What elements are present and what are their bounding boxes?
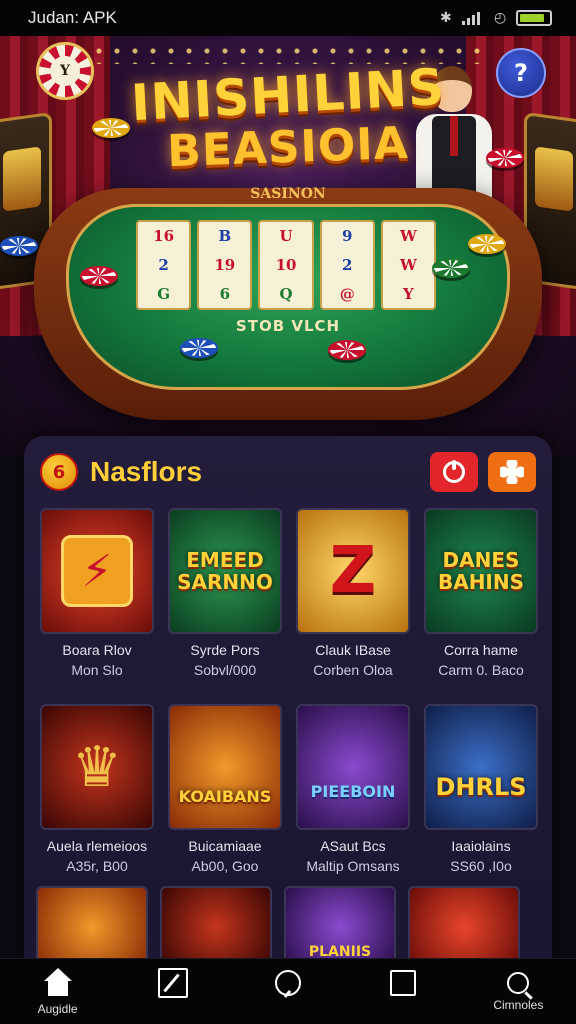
game-card[interactable]: ♛ Auela rlemeioos A35r, B00 bbox=[40, 704, 154, 874]
game-thumbnail[interactable]: KOAIBANS bbox=[168, 704, 282, 830]
header-actions bbox=[430, 452, 536, 492]
game-subtitle: Corben Oloa bbox=[313, 662, 393, 678]
battery-icon bbox=[516, 10, 552, 26]
game-subtitle: Ab00, Goo bbox=[191, 858, 259, 874]
search-icon bbox=[507, 971, 530, 994]
slot-reels: 16 2 G B 19 6 U 10 Q 9 2 @ WWY bbox=[136, 220, 437, 310]
game-thumbnail[interactable]: PIEEBOIN bbox=[296, 704, 410, 830]
game-thumbnail[interactable] bbox=[160, 886, 272, 966]
game-card[interactable]: Z Clauk IBase Corben Oloa bbox=[296, 508, 410, 678]
power-icon bbox=[443, 460, 465, 483]
square-icon bbox=[390, 969, 417, 996]
game-name: Buicamiaae bbox=[188, 838, 262, 854]
game-row-partial: PLANIIS bbox=[36, 886, 540, 966]
status-icons: ✱ ◴ bbox=[440, 10, 552, 26]
golden-helmet-icon: ♛ bbox=[71, 734, 123, 800]
poker-chip-icon bbox=[80, 266, 118, 286]
game-thumbnail[interactable]: EMEED SARNNO bbox=[168, 508, 282, 634]
reel: 16 2 G bbox=[136, 220, 192, 310]
game-card[interactable]: DHRLS Iaaiolains SS60 ,I0o bbox=[424, 704, 538, 874]
game-card[interactable]: KOAIBANS Buicamiaae Ab00, Goo bbox=[168, 704, 282, 874]
game-grid: ⚡ Boara Rlov Mon Slo EMEED SARNNO Syrde … bbox=[40, 508, 538, 874]
game-thumbnail[interactable]: DANES BAHINS bbox=[424, 508, 538, 634]
nav-edit[interactable] bbox=[123, 967, 223, 1016]
table-label-bottom: STOB VLCH bbox=[235, 317, 341, 335]
game-thumbnail[interactable]: PLANIIS bbox=[284, 886, 396, 966]
poker-chip-icon bbox=[432, 258, 470, 278]
nav-search[interactable] bbox=[238, 969, 338, 1014]
game-card[interactable]: ⚡ Boara Rlov Mon Slo bbox=[40, 508, 154, 678]
game-name: Clauk IBase bbox=[315, 642, 391, 658]
poker-chip-icon bbox=[468, 234, 506, 254]
flower-button[interactable] bbox=[488, 452, 536, 492]
section-header: 6 Nasflors bbox=[40, 450, 536, 494]
game-subtitle: Sobvl/000 bbox=[193, 662, 257, 678]
reel: WWY bbox=[380, 220, 437, 310]
game-thumbnail[interactable]: DHRLS bbox=[424, 704, 538, 830]
game-name: Corra hame bbox=[444, 642, 518, 658]
nav-label: Cimnoles bbox=[493, 997, 544, 1012]
section-count-badge: 6 bbox=[40, 453, 78, 491]
table-label-top: SASINON bbox=[250, 186, 326, 202]
poker-chip-icon bbox=[180, 338, 218, 358]
game-name: Iaaiolains bbox=[451, 838, 511, 854]
poker-chip-icon bbox=[328, 340, 366, 360]
hero-banner[interactable]: Y ? SASINON 16 2 G B 19 6 U 10 Q 9 2 @ WWY STOB … bbox=[0, 36, 576, 456]
games-panel: 6 Nasflors ⚡ Boara Rlov Mon Slo EMEED SA… bbox=[24, 436, 552, 996]
game-logo-text: PIEEBOIN bbox=[310, 782, 396, 801]
game-name: ASaut Bcs bbox=[320, 838, 386, 854]
game-subtitle: Maltip Omsans bbox=[306, 858, 400, 874]
game-logo-text: EMEED SARNNO bbox=[177, 548, 273, 594]
flower-icon bbox=[500, 460, 524, 484]
game-subtitle: A35r, B00 bbox=[66, 858, 128, 874]
reel: 9 2 @ bbox=[319, 220, 375, 310]
game-name: Syrde Pors bbox=[190, 642, 260, 658]
status-app-title: Judan: APK bbox=[28, 8, 117, 27]
game-thumbnail[interactable] bbox=[408, 886, 520, 966]
game-thumbnail[interactable]: Z bbox=[296, 508, 410, 634]
home-icon bbox=[43, 967, 73, 998]
game-thumbnail[interactable]: ⚡ bbox=[40, 508, 154, 634]
section-title: Nasflors bbox=[90, 456, 203, 487]
bluetooth-icon: ✱ bbox=[440, 10, 452, 26]
game-logo-text: DHRLS bbox=[435, 773, 527, 801]
game-name: Auela rlemeioos bbox=[46, 838, 148, 854]
game-thumbnail[interactable]: ♛ bbox=[40, 704, 154, 830]
signal-icon bbox=[462, 11, 484, 25]
nav-home[interactable]: Augidle bbox=[8, 967, 108, 1016]
game-name: Boara Rlov bbox=[62, 642, 132, 658]
game-card[interactable]: DANES BAHINS Corra hame Carm 0. Baco bbox=[424, 508, 538, 678]
game-subtitle: Carm 0. Baco bbox=[438, 662, 524, 678]
lightning-icon: ⚡ bbox=[61, 535, 133, 607]
game-thumbnail[interactable] bbox=[36, 886, 148, 966]
alarm-icon: ◴ bbox=[494, 10, 507, 26]
poker-chip-icon bbox=[0, 236, 38, 256]
reel: B 19 6 bbox=[197, 220, 253, 310]
game-subtitle: SS60 ,I0o bbox=[450, 858, 512, 874]
nav-channels[interactable]: Cimnoles bbox=[468, 971, 568, 1012]
edit-icon bbox=[157, 967, 188, 998]
game-card[interactable]: EMEED SARNNO Syrde Pors Sobvl/000 bbox=[168, 508, 282, 678]
search-icon bbox=[274, 969, 301, 996]
game-subtitle: Mon Slo bbox=[71, 662, 123, 678]
nav-square[interactable] bbox=[353, 969, 453, 1014]
power-button[interactable] bbox=[430, 452, 478, 492]
game-logo-text: DANES BAHINS bbox=[437, 548, 525, 594]
game-card[interactable]: PIEEBOIN ASaut Bcs Maltip Omsans bbox=[296, 704, 410, 874]
nav-label: Augidle bbox=[37, 1001, 78, 1016]
status-bar: Judan: APK ✱ ◴ bbox=[0, 0, 576, 36]
reel: U 10 Q bbox=[258, 220, 314, 310]
bottom-nav: Augidle Cimnoles bbox=[0, 958, 576, 1024]
z-emblem-icon: Z bbox=[329, 534, 377, 608]
game-logo-text: KOAIBANS bbox=[178, 787, 272, 806]
